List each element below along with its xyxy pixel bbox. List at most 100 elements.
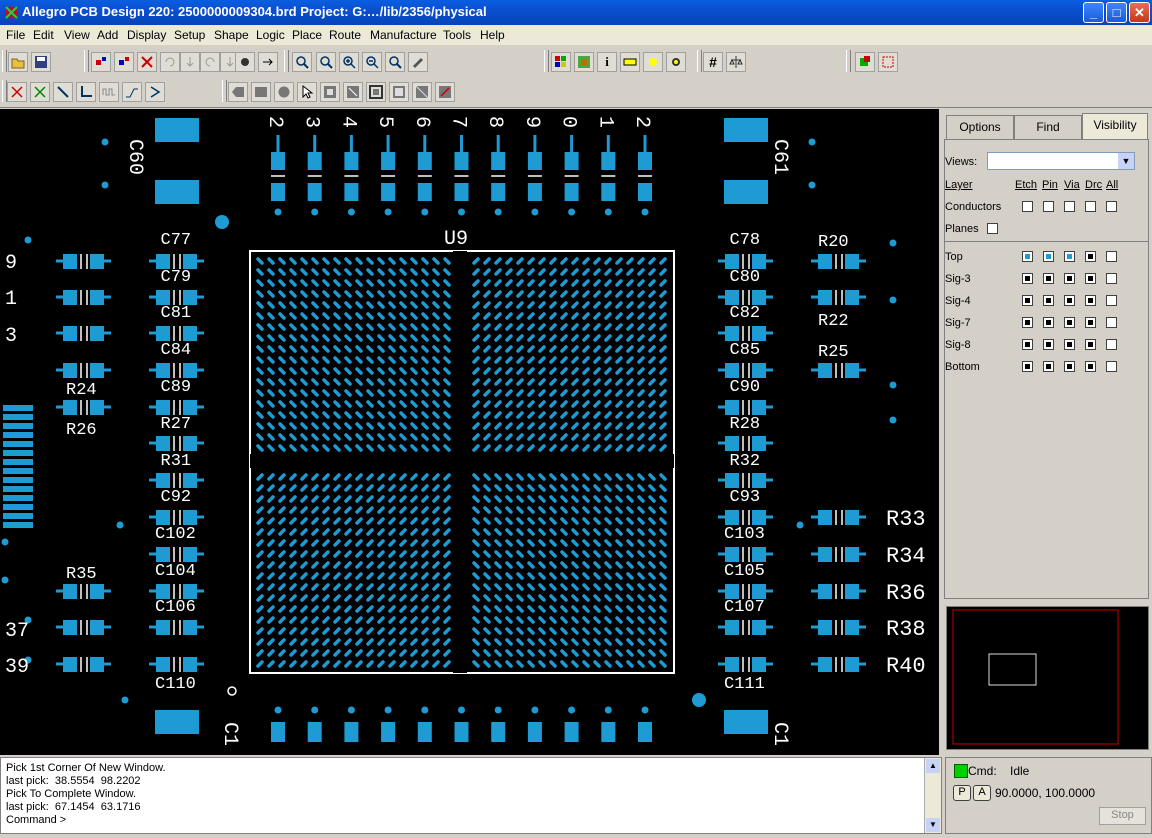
- grid-button[interactable]: #: [703, 52, 723, 72]
- shape-select-button[interactable]: [435, 82, 455, 102]
- zoom-fit-button[interactable]: [316, 52, 336, 72]
- chevron-down-icon[interactable]: ▼: [1118, 153, 1134, 169]
- menu-logic[interactable]: Logic: [256, 28, 285, 42]
- layer-via-checkbox[interactable]: [1064, 339, 1075, 350]
- menu-setup[interactable]: Setup: [174, 28, 205, 42]
- layer-etch-checkbox[interactable]: [1022, 339, 1033, 350]
- layer-drc-checkbox[interactable]: [1085, 273, 1096, 284]
- delete-button[interactable]: [137, 52, 157, 72]
- layer-etch-checkbox[interactable]: [1022, 251, 1033, 262]
- pin-button[interactable]: [235, 52, 255, 72]
- color-button[interactable]: [551, 52, 571, 72]
- route-connect-button[interactable]: [7, 82, 27, 102]
- layer-drc-checkbox[interactable]: [1085, 295, 1096, 306]
- layer-via-checkbox[interactable]: [1064, 273, 1075, 284]
- shape-rect-button[interactable]: [251, 82, 271, 102]
- menu-add[interactable]: Add: [97, 28, 118, 42]
- column-all[interactable]: All: [1106, 179, 1118, 191]
- vertex-button[interactable]: [145, 82, 165, 102]
- done-button[interactable]: [258, 52, 278, 72]
- menu-edit[interactable]: Edit: [33, 28, 54, 42]
- layer-via-checkbox[interactable]: [1064, 251, 1075, 262]
- toolbar-grip[interactable]: [846, 50, 851, 72]
- p-button[interactable]: P: [953, 785, 971, 801]
- console-scrollbar[interactable]: ▲ ▼: [924, 758, 941, 833]
- tab-visibility[interactable]: Visibility: [1082, 113, 1148, 140]
- views-dropdown[interactable]: ▼: [987, 152, 1135, 170]
- layer-pin-checkbox[interactable]: [1043, 251, 1054, 262]
- toolbar-grip[interactable]: [284, 50, 289, 72]
- layer-drc-checkbox[interactable]: [1085, 251, 1096, 262]
- layer-pin-checkbox[interactable]: [1043, 317, 1054, 328]
- toolbar-grip[interactable]: [544, 50, 549, 72]
- redraw-button[interactable]: [408, 52, 428, 72]
- layer-drc-checkbox[interactable]: [1085, 317, 1096, 328]
- tab-find[interactable]: Find: [1014, 115, 1082, 140]
- layer-via-checkbox[interactable]: [1064, 295, 1075, 306]
- open-file-button[interactable]: [8, 52, 28, 72]
- layer-pin-checkbox[interactable]: [1043, 339, 1054, 350]
- conductors-pin-checkbox[interactable]: [1043, 201, 1054, 212]
- custom-smooth-button[interactable]: [122, 82, 142, 102]
- zoom-out-button[interactable]: [362, 52, 382, 72]
- move-button[interactable]: [91, 52, 111, 72]
- manual-void-button[interactable]: [320, 82, 340, 102]
- menu-manufacture[interactable]: Manufacture: [370, 28, 437, 42]
- highlight-button[interactable]: [643, 52, 663, 72]
- delete-islands-button[interactable]: [389, 82, 409, 102]
- world-view-window[interactable]: [946, 606, 1149, 750]
- layer-all-checkbox[interactable]: [1106, 317, 1117, 328]
- slide-button[interactable]: [53, 82, 73, 102]
- delay-tune-button[interactable]: [99, 82, 119, 102]
- toolbar-grip[interactable]: [222, 80, 227, 102]
- tab-options[interactable]: Options: [946, 115, 1014, 140]
- layer-etch-checkbox[interactable]: [1022, 295, 1033, 306]
- minimize-button[interactable]: _: [1083, 2, 1104, 23]
- shape-add-button[interactable]: [228, 82, 248, 102]
- layer-via-checkbox[interactable]: [1064, 317, 1075, 328]
- place-manual-button[interactable]: [855, 52, 875, 72]
- undo-dropdown-button[interactable]: [180, 52, 200, 72]
- menu-route[interactable]: Route: [329, 28, 361, 42]
- layer-visibility-button[interactable]: [574, 52, 594, 72]
- auto-route-button[interactable]: [30, 82, 50, 102]
- save-file-button[interactable]: [31, 52, 51, 72]
- layer-all-checkbox[interactable]: [1106, 339, 1117, 350]
- conductors-all-checkbox[interactable]: [1106, 201, 1117, 212]
- layer-drc-checkbox[interactable]: [1085, 361, 1096, 372]
- toolbar-grip[interactable]: [84, 50, 89, 72]
- layer-via-checkbox[interactable]: [1064, 361, 1075, 372]
- column-drc[interactable]: Drc: [1085, 179, 1102, 191]
- a-button[interactable]: A: [973, 785, 991, 801]
- shape-circle-button[interactable]: [274, 82, 294, 102]
- toolbar-grip[interactable]: [697, 50, 702, 72]
- column-pin[interactable]: Pin: [1042, 179, 1058, 191]
- layer-etch-checkbox[interactable]: [1022, 273, 1033, 284]
- zoom-in-button[interactable]: [339, 52, 359, 72]
- menu-file[interactable]: File: [6, 28, 25, 42]
- menu-place[interactable]: Place: [292, 28, 322, 42]
- scroll-down-icon[interactable]: ▼: [926, 818, 940, 832]
- layer-drc-checkbox[interactable]: [1085, 339, 1096, 350]
- world-view-map[interactable]: [947, 607, 1148, 749]
- column-etch[interactable]: Etch: [1015, 179, 1037, 191]
- command-console[interactable]: Pick 1st Corner Of New Window. last pick…: [0, 757, 942, 834]
- dehighlight-button[interactable]: [666, 52, 686, 72]
- constraint-manager-button[interactable]: [726, 52, 746, 72]
- conductors-via-checkbox[interactable]: [1064, 201, 1075, 212]
- change-shape-type-button[interactable]: [412, 82, 432, 102]
- toolbar-grip[interactable]: [2, 50, 7, 72]
- show-element-button[interactable]: i: [597, 52, 617, 72]
- select-shape-button[interactable]: [297, 82, 317, 102]
- layer-all-checkbox[interactable]: [1106, 273, 1117, 284]
- design-canvas[interactable]: U9 2 3 4 5 6 7 8 9 0 1 2 9 1 3 37 39 C77 C79 C81 C84 C89 R27 R…: [0, 109, 940, 755]
- conductors-drc-checkbox[interactable]: [1085, 201, 1096, 212]
- layer-etch-checkbox[interactable]: [1022, 317, 1033, 328]
- layer-all-checkbox[interactable]: [1106, 251, 1117, 262]
- menu-view[interactable]: View: [64, 28, 90, 42]
- zoom-points-button[interactable]: [292, 52, 312, 72]
- undo-button[interactable]: [160, 52, 180, 72]
- redo-button[interactable]: [200, 52, 220, 72]
- spread-button[interactable]: [76, 82, 96, 102]
- close-button[interactable]: ✕: [1129, 2, 1150, 23]
